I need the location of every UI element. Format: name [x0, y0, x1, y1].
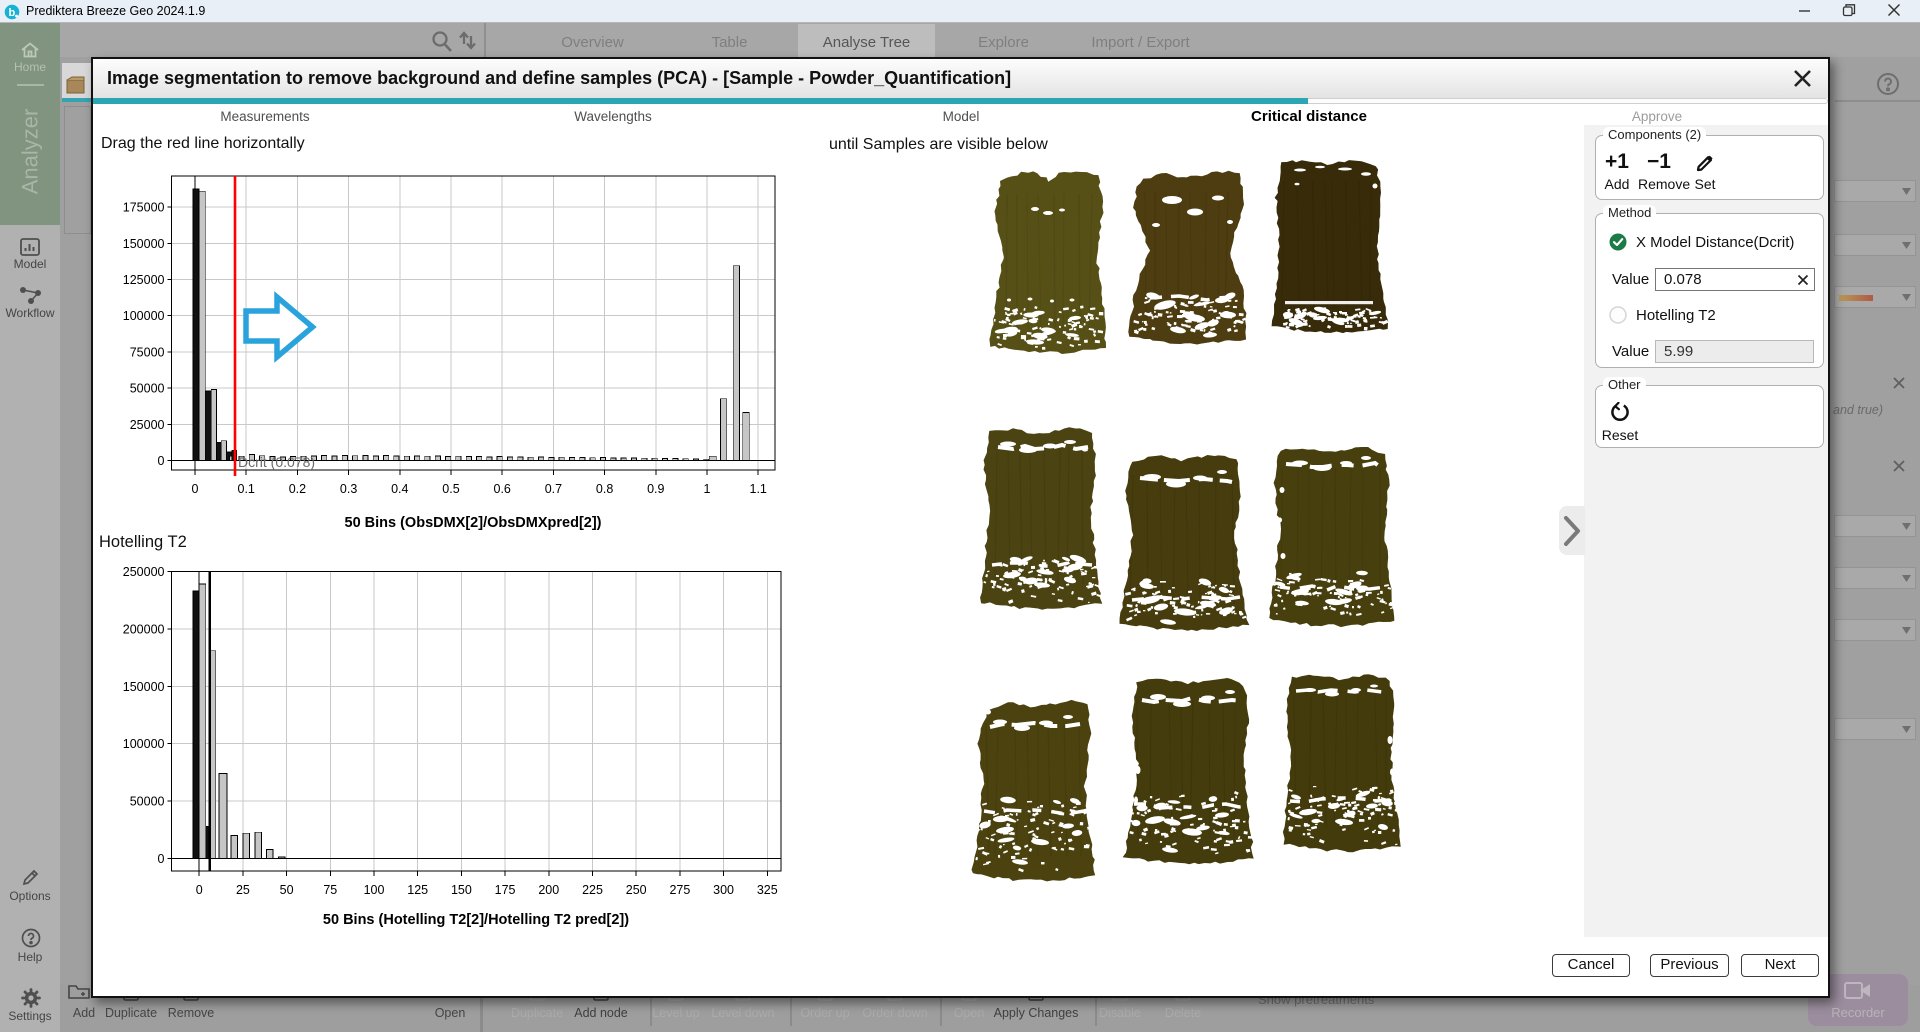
svg-text:100000: 100000: [123, 309, 165, 323]
svg-text:200: 200: [538, 883, 559, 897]
svg-text:200000: 200000: [123, 622, 165, 636]
svg-text:b: b: [9, 7, 16, 19]
svg-text:50000: 50000: [130, 795, 165, 809]
svg-text:75: 75: [323, 883, 337, 897]
svg-text:125000: 125000: [123, 273, 165, 287]
svg-text:250000: 250000: [123, 565, 165, 579]
svg-text:150: 150: [451, 883, 472, 897]
svg-text:0.3: 0.3: [340, 482, 357, 496]
svg-text:0.5: 0.5: [442, 482, 459, 496]
svg-text:100000: 100000: [123, 737, 165, 751]
svg-text:0: 0: [196, 883, 203, 897]
svg-text:50 Bins (ObsDMX[2]/ObsDMXpred[: 50 Bins (ObsDMX[2]/ObsDMXpred[2]): [345, 515, 602, 531]
svg-text:Dcrit (0.078): Dcrit (0.078): [238, 454, 315, 470]
svg-text:150000: 150000: [123, 237, 165, 251]
svg-text:0.7: 0.7: [545, 482, 562, 496]
svg-text:0: 0: [158, 454, 165, 468]
svg-text:325: 325: [757, 883, 778, 897]
svg-text:125: 125: [407, 883, 428, 897]
svg-text:1.1: 1.1: [750, 482, 767, 496]
svg-text:0: 0: [192, 482, 199, 496]
svg-text:50: 50: [280, 883, 294, 897]
svg-text:0.4: 0.4: [391, 482, 408, 496]
svg-text:300: 300: [713, 883, 734, 897]
svg-text:175000: 175000: [123, 201, 165, 215]
svg-text:50000: 50000: [130, 382, 165, 396]
svg-text:0: 0: [158, 852, 165, 866]
svg-text:100: 100: [364, 883, 385, 897]
svg-text:0.1: 0.1: [238, 482, 255, 496]
svg-text:1: 1: [704, 482, 711, 496]
svg-text:0.2: 0.2: [289, 482, 306, 496]
svg-text:0.9: 0.9: [647, 482, 664, 496]
svg-text:150000: 150000: [123, 680, 165, 694]
svg-text:25000: 25000: [130, 418, 165, 432]
svg-text:275: 275: [669, 883, 690, 897]
svg-text:225: 225: [582, 883, 603, 897]
svg-text:250: 250: [626, 883, 647, 897]
svg-text:175: 175: [495, 883, 516, 897]
svg-text:0.8: 0.8: [596, 482, 613, 496]
svg-text:0.6: 0.6: [494, 482, 511, 496]
svg-text:50 Bins (Hotelling T2[2]/Hotel: 50 Bins (Hotelling T2[2]/Hotelling T2 pr…: [323, 912, 629, 928]
svg-text:75000: 75000: [130, 345, 165, 359]
svg-text:25: 25: [236, 883, 250, 897]
